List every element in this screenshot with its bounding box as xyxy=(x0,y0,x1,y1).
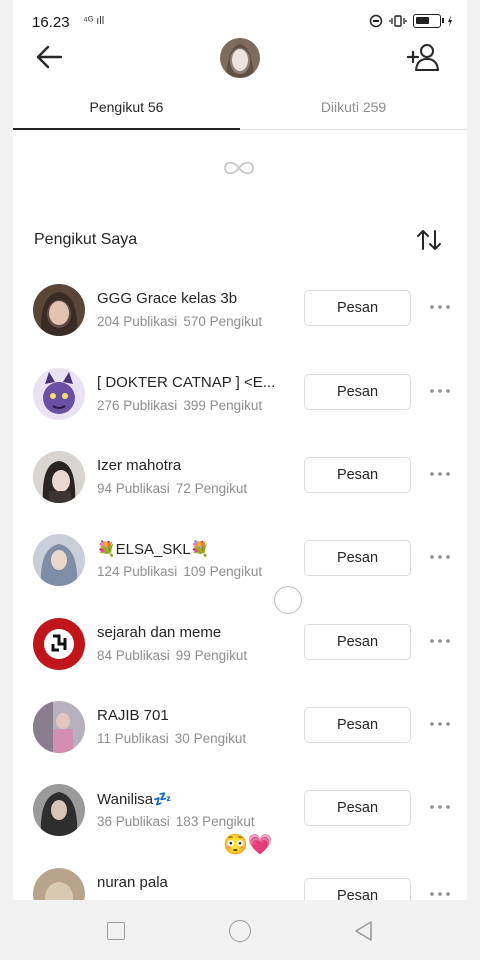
post-count: 124 Publikasi xyxy=(97,564,178,579)
follower-name: sejarah dan meme xyxy=(97,624,222,641)
follower-name: RAJIB 701 xyxy=(97,707,169,724)
post-count: 11 Publikasi xyxy=(97,731,169,746)
app-screen: 16.23 ⁴ᴳ ıll Pengikut 56 Diikuti 259 Pen… xyxy=(13,0,467,900)
follower-count: 570 Pengikut xyxy=(183,314,263,329)
recent-apps-icon[interactable] xyxy=(107,922,125,940)
avatar[interactable] xyxy=(33,868,85,900)
avatar[interactable] xyxy=(33,701,85,753)
system-nav-bar xyxy=(0,900,480,960)
message-button[interactable]: Pesan xyxy=(304,374,411,410)
message-button[interactable]: Pesan xyxy=(304,624,411,660)
avatar[interactable] xyxy=(33,368,85,420)
loading-icon xyxy=(224,161,254,175)
vibrate-icon xyxy=(389,15,407,27)
follower-row[interactable]: 💐ELSA_SKL💐 124 Publikasi 109 Pengikut Pes… xyxy=(13,534,467,618)
post-count: 36 Publikasi xyxy=(97,814,170,829)
follower-row[interactable]: Izer mahotra 94 Publikasi 72 Pengikut Pes… xyxy=(13,451,467,535)
tab-bar: Pengikut 56 Diikuti 259 xyxy=(13,90,467,130)
follower-count: 30 Pengikut xyxy=(174,731,247,746)
follower-count: 109 Pengikut xyxy=(183,564,263,579)
battery-level xyxy=(416,17,429,24)
follower-name: nuran pala xyxy=(97,874,168,891)
message-button[interactable]: Pesan xyxy=(304,707,411,743)
message-button[interactable]: Pesan xyxy=(304,290,411,326)
profile-avatar[interactable] xyxy=(220,38,260,78)
follower-count: 99 Pengikut xyxy=(175,648,248,663)
follower-count: 72 Pengikut xyxy=(175,481,248,496)
follower-stats: 276 Publikasi 399 Pengikut xyxy=(97,398,262,413)
follower-count: 183 Pengikut xyxy=(175,814,255,829)
avatar[interactable] xyxy=(33,784,85,836)
follower-row[interactable]: GGG Grace kelas 3b 204 Publikasi 570 Peng… xyxy=(13,284,467,368)
more-options-icon[interactable] xyxy=(429,299,451,315)
charging-icon xyxy=(448,15,452,27)
follower-stats: 36 Publikasi 183 Pengikut xyxy=(97,814,255,829)
avatar[interactable] xyxy=(33,451,85,503)
follower-name: [ DOKTER CATNAP ] <E... xyxy=(97,374,276,391)
message-button[interactable]: Pesan xyxy=(304,540,411,576)
sort-arrows-icon[interactable] xyxy=(415,228,443,252)
follower-row[interactable]: sejarah dan meme 84 Publikasi 99 Pengikut… xyxy=(13,618,467,702)
arrow-left-icon[interactable] xyxy=(33,42,65,72)
follower-row[interactable]: RAJIB 701 11 Publikasi 30 Pengikut Pesan xyxy=(13,701,467,785)
touch-indicator xyxy=(274,586,302,614)
more-options-icon[interactable] xyxy=(429,633,451,649)
message-button[interactable]: Pesan xyxy=(304,457,411,493)
status-time: 16.23 xyxy=(32,14,70,31)
more-options-icon[interactable] xyxy=(429,466,451,482)
message-button[interactable]: Pesan xyxy=(304,878,411,900)
battery-icon xyxy=(413,14,444,28)
message-button[interactable]: Pesan xyxy=(304,790,411,826)
active-tab-indicator xyxy=(13,128,240,130)
follower-stats: 11 Publikasi 30 Pengikut xyxy=(97,731,246,746)
avatar[interactable] xyxy=(33,534,85,586)
post-count: 94 Publikasi xyxy=(97,481,170,496)
emoji-sticker: 😳💗 xyxy=(223,834,273,856)
post-count: 204 Publikasi xyxy=(97,314,178,329)
follower-name: GGG Grace kelas 3b xyxy=(97,290,238,307)
tab-followers[interactable]: Pengikut 56 xyxy=(13,90,240,130)
home-icon[interactable] xyxy=(229,920,251,942)
more-options-icon[interactable] xyxy=(429,716,451,732)
signal-indicator: ⁴ᴳ ıll xyxy=(83,15,105,27)
more-options-icon[interactable] xyxy=(429,549,451,565)
tab-following[interactable]: Diikuti 259 xyxy=(240,90,467,130)
avatar[interactable] xyxy=(33,284,85,336)
post-count: 84 Publikasi xyxy=(97,648,170,663)
more-options-icon[interactable] xyxy=(429,886,451,900)
more-options-icon[interactable] xyxy=(429,383,451,399)
follower-stats: 124 Publikasi 109 Pengikut xyxy=(97,564,262,579)
add-person-icon[interactable] xyxy=(407,42,441,72)
dnd-icon xyxy=(369,14,383,28)
post-count: 276 Publikasi xyxy=(97,398,178,413)
section-title: Pengikut Saya xyxy=(34,231,138,248)
follower-stats: 204 Publikasi 570 Pengikut xyxy=(97,314,262,329)
follower-stats: 94 Publikasi 72 Pengikut xyxy=(97,481,247,496)
follower-row[interactable]: [ DOKTER CATNAP ] <E... 276 Publikasi 399… xyxy=(13,368,467,452)
follower-name: Wanilisa💤 xyxy=(97,791,172,808)
follower-count: 399 Pengikut xyxy=(183,398,263,413)
avatar[interactable] xyxy=(33,618,85,670)
nav-back-icon[interactable] xyxy=(352,919,374,943)
follower-stats: 84 Publikasi 99 Pengikut xyxy=(97,648,247,663)
follower-name: Izer mahotra xyxy=(97,457,182,474)
status-icons xyxy=(369,14,453,28)
follower-row[interactable]: nuran pala Pesan xyxy=(13,868,467,900)
follower-name: 💐ELSA_SKL💐 xyxy=(97,541,210,558)
more-options-icon[interactable] xyxy=(429,799,451,815)
